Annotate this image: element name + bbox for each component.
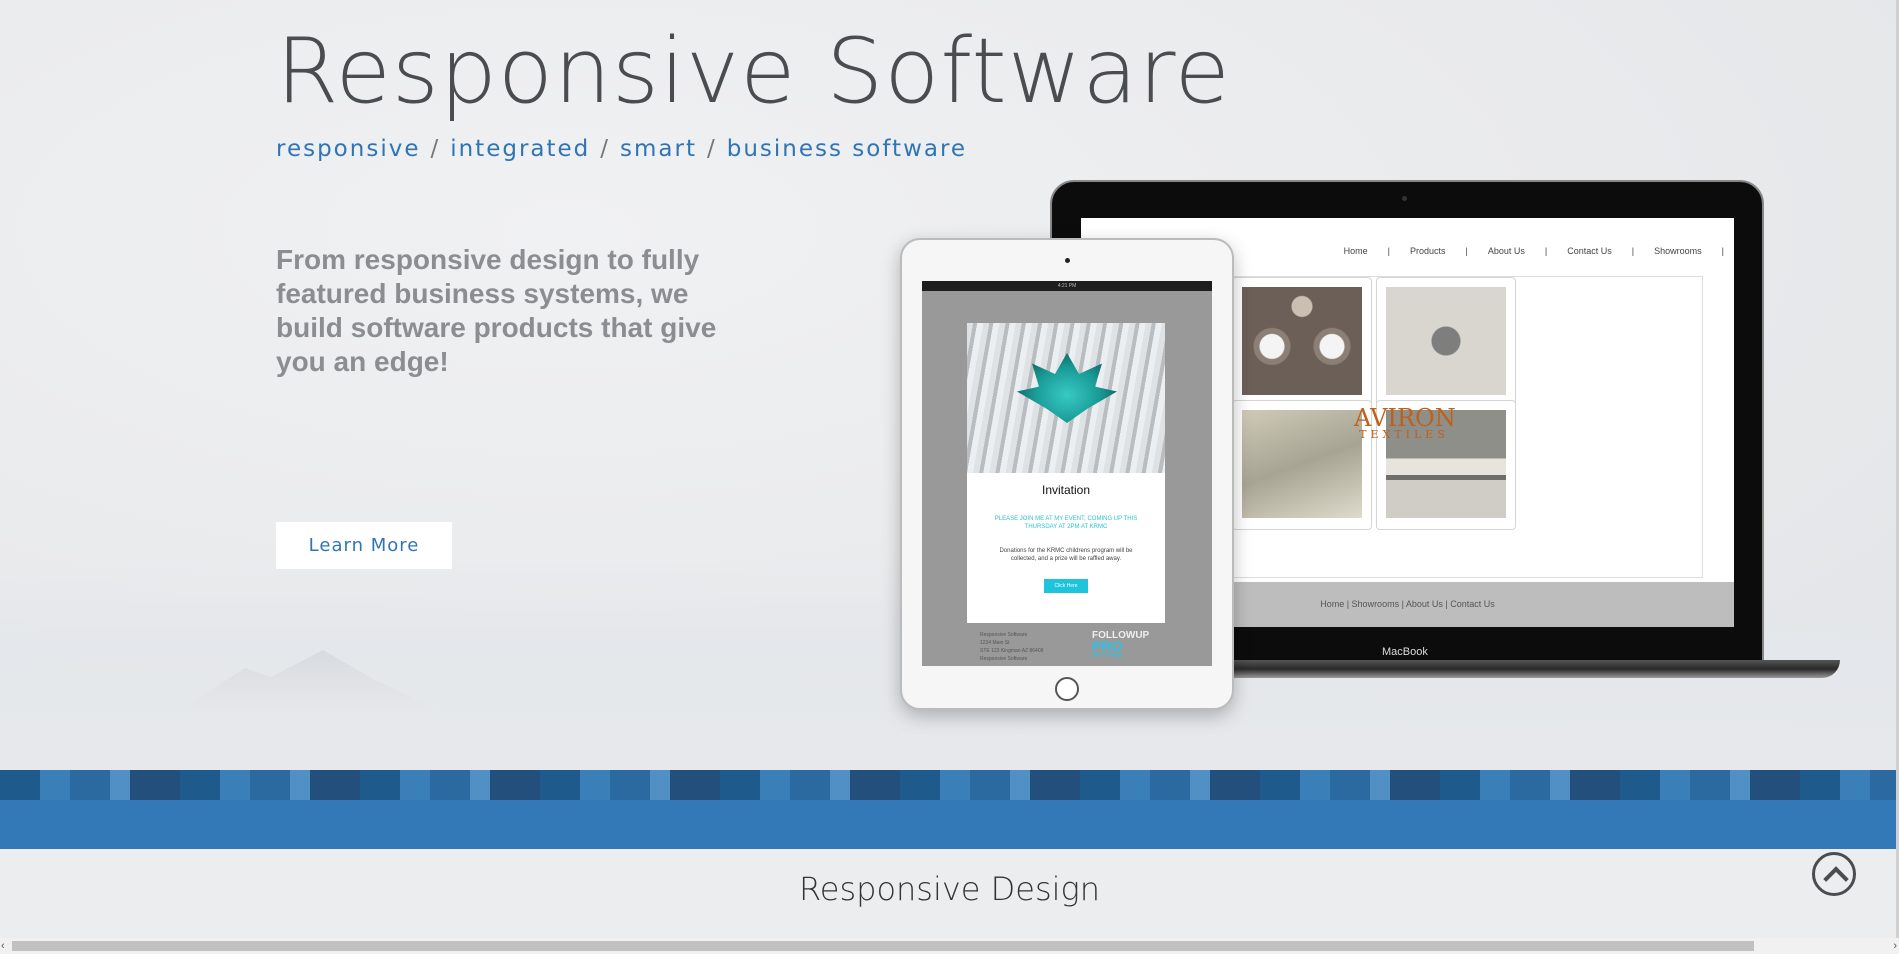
tagline: responsive / integrated / smart / business sof… [276, 136, 967, 162]
chevron-up-icon [1823, 866, 1849, 892]
status-bar: 4:21 PM [922, 281, 1212, 291]
home-button-icon [1055, 677, 1079, 701]
hero-section: Responsive Software responsive / integrate… [0, 0, 1899, 770]
product-tile[interactable] [1376, 277, 1516, 407]
email-title: Invitation [1041, 483, 1091, 497]
tagline-word: business software [726, 136, 968, 162]
tagline-word: smart [620, 136, 697, 162]
section-title: Responsive Design [798, 870, 1101, 908]
lotus-icon [1017, 353, 1117, 423]
lotus-image [967, 323, 1165, 473]
scrollbar-thumb[interactable] [12, 941, 1754, 951]
tagline-word: integrated [450, 136, 591, 162]
blue-band [0, 800, 1899, 849]
tagline-separator: / [600, 136, 611, 162]
nav-link[interactable]: Showrooms [1654, 246, 1702, 256]
followup-pro-logo: FOLLOWUP PRO TRY IT FREE [1092, 630, 1150, 660]
camera-icon [1402, 196, 1407, 201]
hero-lead-text: From responsive design to fully featured… [276, 244, 717, 377]
decorative-strip [0, 770, 1899, 800]
page-title: Responsive Software [276, 19, 1231, 124]
tagline-separator: / [430, 136, 441, 162]
email-subtitle: PLEASE JOIN ME AT MY EVENT, COMING UP TH… [994, 516, 1138, 530]
arrow-left-icon[interactable]: ‹ [1, 940, 5, 952]
product-tile[interactable] [1232, 277, 1372, 407]
camera-icon [1065, 258, 1070, 263]
scroll-to-top-button[interactable] [1812, 852, 1856, 896]
nav-link[interactable]: Contact Us [1567, 246, 1612, 256]
tablet-mockup: 4:21 PM Invitation PLEASE JOIN ME AT MY … [900, 238, 1234, 710]
tagline-separator: / [707, 136, 717, 162]
laptop-model-label: MacBook [1382, 646, 1428, 658]
tablet-screen: 4:21 PM Invitation PLEASE JOIN ME AT MY … [922, 281, 1212, 666]
email-click-button[interactable]: Click Here [1044, 579, 1088, 593]
email-card: Invitation PLEASE JOIN ME AT MY EVENT, C… [967, 323, 1165, 623]
horizontal-scrollbar[interactable]: ‹ › [0, 938, 1899, 954]
tagline-word: responsive [276, 136, 421, 162]
email-body: Donations for the KRMC childrens program… [999, 548, 1133, 562]
arrow-right-icon[interactable]: › [1893, 940, 1897, 952]
product-tile[interactable] [1232, 400, 1372, 530]
nav-link[interactable]: Home [1344, 246, 1368, 256]
learn-more-button[interactable]: Learn More [276, 522, 452, 569]
nav-link[interactable]: Products [1410, 246, 1446, 256]
nav-link[interactable]: About Us [1488, 246, 1525, 256]
aviron-logo: AVIRON TEXTILES [1354, 404, 1456, 441]
email-footer: Responsive Software 1234 Main St STE 123… [980, 632, 1044, 662]
